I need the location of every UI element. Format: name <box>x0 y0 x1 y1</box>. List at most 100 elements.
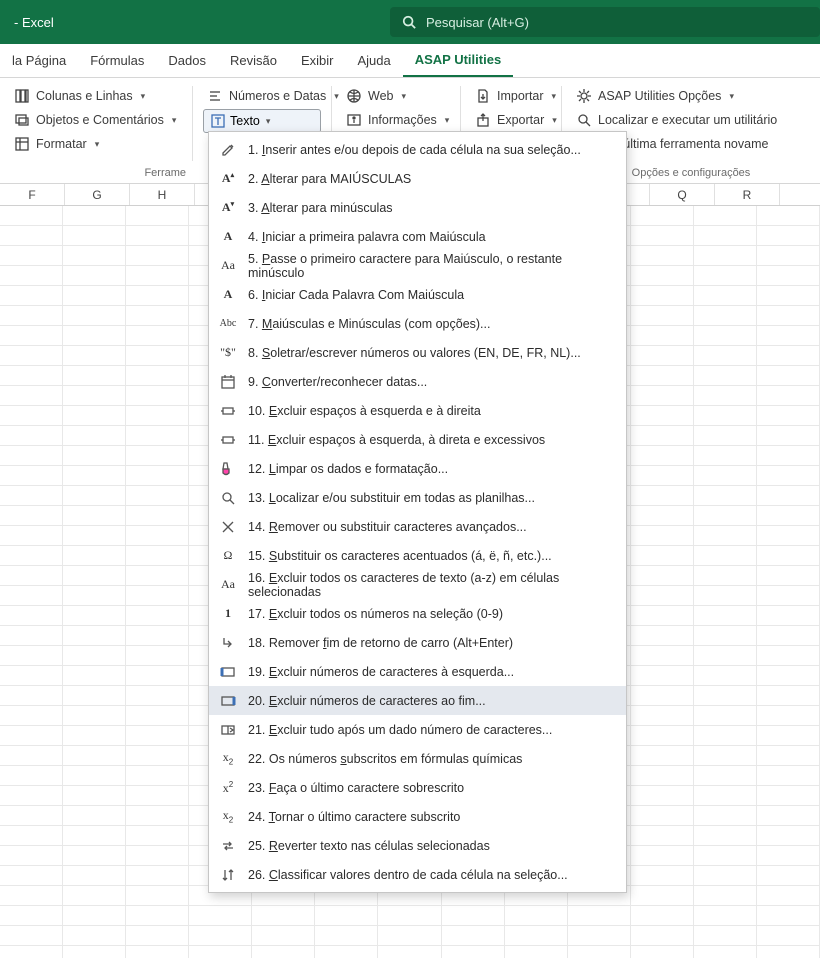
cell[interactable] <box>189 926 252 946</box>
cell[interactable] <box>631 246 694 266</box>
cell[interactable] <box>126 566 189 586</box>
cell[interactable] <box>694 226 757 246</box>
cell[interactable] <box>694 746 757 766</box>
menu-item-8[interactable]: "$"8. Soletrar/escrever números ou valor… <box>209 338 626 367</box>
cell[interactable] <box>63 786 126 806</box>
cell[interactable] <box>252 906 315 926</box>
cell[interactable] <box>0 606 63 626</box>
menu-item-11[interactable]: 11. Excluir espaços à esquerda, à direta… <box>209 425 626 454</box>
cell[interactable] <box>694 826 757 846</box>
cell[interactable] <box>63 446 126 466</box>
cell[interactable] <box>631 886 694 906</box>
cell[interactable] <box>0 746 63 766</box>
cell[interactable] <box>757 406 820 426</box>
cell[interactable] <box>126 506 189 526</box>
cell[interactable] <box>631 906 694 926</box>
cell[interactable] <box>0 206 63 226</box>
cell[interactable] <box>63 366 126 386</box>
cell[interactable] <box>63 546 126 566</box>
cell[interactable] <box>0 506 63 526</box>
cell[interactable] <box>0 466 63 486</box>
cell[interactable] <box>63 426 126 446</box>
cell[interactable] <box>442 906 505 926</box>
cell[interactable] <box>694 686 757 706</box>
cell[interactable] <box>0 446 63 466</box>
menu-item-23[interactable]: x223. Faça o último caractere sobrescrit… <box>209 773 626 802</box>
cell[interactable] <box>631 466 694 486</box>
cell[interactable] <box>126 746 189 766</box>
cell[interactable] <box>694 406 757 426</box>
cell[interactable] <box>0 526 63 546</box>
cell[interactable] <box>631 866 694 886</box>
cell[interactable] <box>126 306 189 326</box>
cell[interactable] <box>757 606 820 626</box>
menu-item-25[interactable]: 25. Reverter texto nas células seleciona… <box>209 831 626 860</box>
cell[interactable] <box>63 946 126 958</box>
btn-localizar-util[interactable]: Localizar e executar um utilitário <box>572 108 810 132</box>
cell[interactable] <box>757 366 820 386</box>
cell[interactable] <box>63 346 126 366</box>
cell[interactable] <box>694 646 757 666</box>
cell[interactable] <box>126 766 189 786</box>
cell[interactable] <box>126 206 189 226</box>
cell[interactable] <box>757 566 820 586</box>
cell[interactable] <box>694 506 757 526</box>
cell[interactable] <box>631 446 694 466</box>
cell[interactable] <box>757 486 820 506</box>
cell[interactable] <box>694 426 757 446</box>
cell[interactable] <box>63 726 126 746</box>
cell[interactable] <box>631 286 694 306</box>
cell[interactable] <box>631 946 694 958</box>
cell[interactable] <box>631 646 694 666</box>
cell[interactable] <box>0 586 63 606</box>
cell[interactable] <box>0 326 63 346</box>
cell[interactable] <box>189 906 252 926</box>
cell[interactable] <box>757 746 820 766</box>
cell[interactable] <box>631 826 694 846</box>
cell[interactable] <box>0 626 63 646</box>
cell[interactable] <box>0 726 63 746</box>
menu-item-13[interactable]: 13. Localizar e/ou substituir em todas a… <box>209 483 626 512</box>
cell[interactable] <box>757 206 820 226</box>
column-header[interactable]: G <box>65 184 130 205</box>
cell[interactable] <box>757 526 820 546</box>
cell[interactable] <box>126 346 189 366</box>
cell[interactable] <box>189 946 252 958</box>
menu-item-22[interactable]: x222. Os números subscritos em fórmulas … <box>209 744 626 773</box>
cell[interactable] <box>757 506 820 526</box>
cell[interactable] <box>694 906 757 926</box>
tab-ajuda[interactable]: Ajuda <box>345 44 402 77</box>
cell[interactable] <box>694 386 757 406</box>
cell[interactable] <box>757 546 820 566</box>
cell[interactable] <box>694 866 757 886</box>
cell[interactable] <box>694 306 757 326</box>
menu-item-1[interactable]: 1. Inserir antes e/ou depois de cada cél… <box>209 135 626 164</box>
cell[interactable] <box>631 606 694 626</box>
cell[interactable] <box>631 706 694 726</box>
menu-item-3[interactable]: A▾3. Alterar para minúsculas <box>209 193 626 222</box>
cell[interactable] <box>694 466 757 486</box>
menu-item-6[interactable]: A6. Iniciar Cada Palavra Com Maiúscula <box>209 280 626 309</box>
cell[interactable] <box>0 886 63 906</box>
cell[interactable] <box>505 946 568 958</box>
cell[interactable] <box>694 846 757 866</box>
cell[interactable] <box>126 926 189 946</box>
cell[interactable] <box>63 906 126 926</box>
cell[interactable] <box>631 266 694 286</box>
cell[interactable] <box>568 906 631 926</box>
cell[interactable] <box>631 806 694 826</box>
cell[interactable] <box>757 906 820 926</box>
menu-item-5[interactable]: Aa5. Passe o primeiro caractere para Mai… <box>209 251 626 280</box>
cell[interactable] <box>315 906 378 926</box>
menu-item-16[interactable]: Aa16. Excluir todos os caracteres de tex… <box>209 570 626 599</box>
cell[interactable] <box>757 626 820 646</box>
menu-item-12[interactable]: 12. Limpar os dados e formatação... <box>209 454 626 483</box>
cell[interactable] <box>0 306 63 326</box>
cell[interactable] <box>757 346 820 366</box>
cell[interactable] <box>694 526 757 546</box>
cell[interactable] <box>0 266 63 286</box>
cell[interactable] <box>63 886 126 906</box>
cell[interactable] <box>0 846 63 866</box>
cell[interactable] <box>126 266 189 286</box>
menu-item-18[interactable]: 18. Remover fim de retorno de carro (Alt… <box>209 628 626 657</box>
